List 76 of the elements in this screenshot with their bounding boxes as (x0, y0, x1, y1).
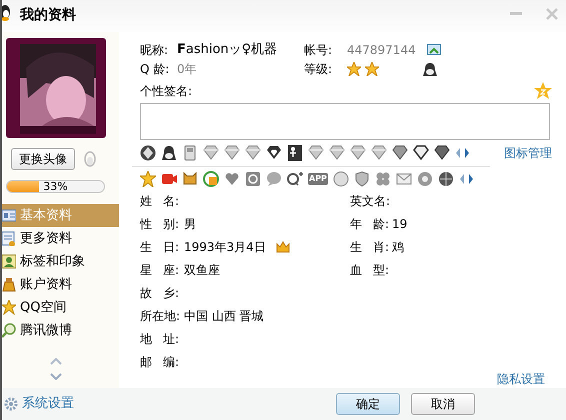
progress-label: 33% (42, 181, 69, 192)
scroll-down-icon[interactable] (50, 373, 62, 380)
field-label: 英文名: (350, 192, 392, 210)
star-icon[interactable] (534, 82, 552, 100)
qage-value: 0年 (177, 61, 198, 78)
star-icon (347, 62, 361, 76)
sidebar-item[interactable]: 更多资料 (2, 227, 119, 250)
field-value: 鸡 (392, 238, 404, 256)
window-title: 我的资料 (20, 6, 76, 25)
field-label: 姓 名: (140, 192, 180, 210)
card-icon (2, 208, 16, 223)
field-value: 中国 山西 晋城 (184, 308, 264, 325)
account-value: 447897144 (347, 42, 417, 59)
signature-label: 个性签名: (140, 82, 192, 100)
cancel-button[interactable]: 取消 (411, 393, 475, 415)
square-icon[interactable] (245, 171, 261, 188)
app-icon[interactable]: APP (308, 173, 328, 186)
scroll-arrows-icon[interactable] (458, 173, 474, 186)
star-icon (2, 300, 16, 315)
sidebar-item[interactable]: 账户资料 (2, 273, 119, 296)
photo-icon[interactable] (203, 171, 219, 188)
close-icon (546, 8, 558, 20)
sidebar-item[interactable]: 标签和印象 (2, 250, 119, 273)
person-icon (2, 254, 16, 269)
system-settings-link[interactable]: 系统设置 (22, 394, 74, 414)
field-label: 性 别: (140, 216, 180, 233)
field-label: 生 日: (140, 238, 180, 256)
picture-icon[interactable] (427, 44, 441, 56)
globe-icon[interactable] (438, 171, 454, 188)
icon-manager-link[interactable]: 图标管理 (504, 144, 552, 162)
field-value: 1993年3月4日 (184, 238, 266, 256)
basketball-player-icon[interactable] (287, 145, 303, 162)
field-value: 双鱼座 (184, 262, 220, 279)
diamond-icon[interactable] (413, 145, 429, 162)
field-value: 男 (184, 216, 196, 233)
nickname-value: Fashionッ♀机器 (177, 41, 278, 59)
minimize-icon (510, 12, 522, 16)
money-bag-icon (2, 277, 16, 292)
field-value: 19 (392, 216, 408, 233)
field-label: 年 龄: (350, 216, 390, 233)
heart-icon[interactable] (266, 145, 282, 162)
privacy-settings-link[interactable]: 隐私设置 (497, 370, 545, 388)
field-label: 血 型: (350, 262, 390, 279)
level-label: 等级: (304, 61, 334, 78)
field-label: 所在地: (140, 308, 182, 325)
qplus-icon[interactable] (287, 171, 303, 188)
document-icon (2, 231, 16, 246)
star-icon[interactable] (140, 171, 156, 188)
sidebar-item[interactable]: 腾讯微博 (2, 319, 119, 342)
star-icon (365, 62, 379, 76)
ok-button[interactable]: 确定 (336, 393, 400, 415)
cat-icon[interactable] (182, 171, 198, 188)
settings-icon[interactable] (4, 397, 18, 411)
chat-bubble-icon[interactable] (266, 171, 282, 188)
mail-icon[interactable] (396, 171, 412, 188)
diamond-icon[interactable] (392, 145, 408, 162)
phone-icon[interactable] (182, 145, 198, 162)
shield-icon[interactable] (354, 171, 370, 188)
signature-field[interactable] (140, 103, 550, 140)
field-label: 故 乡: (140, 284, 180, 302)
field-label: 邮 编: (140, 354, 180, 371)
field-label: 星 座: (140, 262, 180, 279)
field-label: 生 肖: (350, 238, 390, 256)
nickname-label: 昵称: (140, 42, 170, 59)
diamond-icon[interactable] (434, 145, 450, 162)
circle-icon[interactable] (140, 145, 156, 162)
account-label: 帐号: (304, 42, 334, 59)
clover-icon[interactable] (374, 171, 391, 188)
scroll-up-icon[interactable] (50, 358, 62, 365)
change-avatar-button[interactable]: 更换头像 (11, 148, 75, 170)
scroll-arrows-icon[interactable] (455, 147, 470, 160)
qage-label: Q 龄: (140, 61, 170, 78)
search-icon (2, 323, 16, 338)
crown-icon (276, 240, 290, 253)
sidebar-item[interactable]: QQ空间 (2, 296, 119, 319)
field-label: 地 址: (140, 330, 180, 348)
